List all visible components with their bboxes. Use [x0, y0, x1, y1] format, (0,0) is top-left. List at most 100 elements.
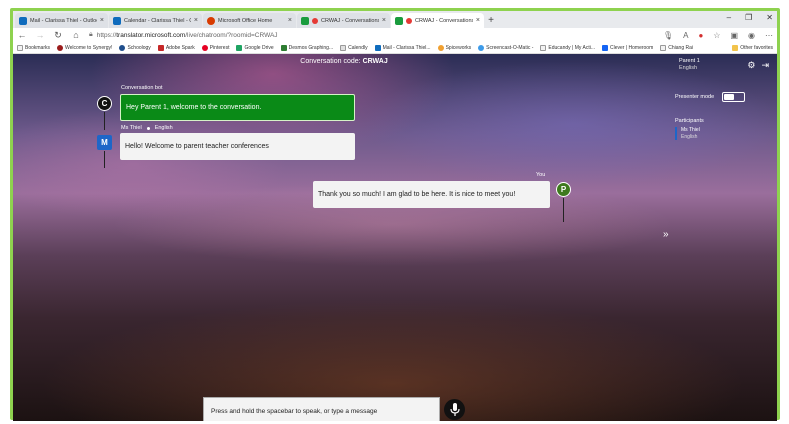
translator-icon	[395, 16, 403, 25]
tab-strip: Mail - Clarissa Thiel - Outlook × Calend…	[13, 11, 777, 28]
bookmark-item[interactable]: Desmos Graphing...	[280, 44, 333, 51]
participant-language: English	[681, 133, 698, 140]
new-tab-button[interactable]: +	[485, 13, 497, 28]
user-language: English	[679, 65, 698, 71]
tab-conversation-1[interactable]: CRWAJ - Conversations - Mi ×	[297, 13, 390, 28]
bookmark-item[interactable]: Adobe Spark	[157, 44, 195, 51]
home-icon[interactable]: ⌂	[71, 30, 81, 40]
tab-label: Calendar - Clarissa Thiel - Outlo	[124, 17, 191, 24]
bookmark-item[interactable]: Calendly	[340, 44, 368, 51]
bookmark-item[interactable]: Spiceworks	[437, 44, 471, 51]
mic-permission-icon[interactable]: 🎙︎	[663, 31, 673, 40]
bookmark-item[interactable]: Chiang Rai	[660, 44, 693, 51]
close-icon[interactable]: ×	[100, 17, 104, 24]
participant-name: Ms Thiel	[681, 127, 700, 133]
bookmark-item[interactable]: Schoology	[119, 44, 151, 51]
sender-name: Conversation bot	[121, 85, 163, 91]
sender-line: Ms Thiel English	[121, 125, 173, 131]
recording-icon	[312, 17, 318, 24]
bookmark-item[interactable]: Pinterest	[201, 44, 229, 51]
sidebar: Parent 1 English ⚙ ⇥ Presenter mode Part…	[675, 54, 777, 421]
back-icon[interactable]: ←	[17, 30, 27, 40]
bookmark-item[interactable]: Educandy | My Acti...	[540, 44, 595, 51]
message-bubble: Hello! Welcome to parent teacher confere…	[120, 133, 355, 160]
lock-icon: 🔒︎	[89, 31, 93, 38]
google-drive-icon	[236, 44, 243, 51]
outlook-icon	[19, 16, 27, 25]
conversation-code-value: CRWAJ	[362, 58, 388, 65]
office-icon	[207, 16, 215, 25]
forward-icon[interactable]: →	[35, 30, 45, 40]
presenter-mode: Presenter mode	[675, 92, 775, 102]
avatar: C	[97, 96, 112, 111]
window-controls: – ❐ ✕	[727, 13, 773, 22]
tab-mail[interactable]: Mail - Clarissa Thiel - Outlook ×	[15, 13, 108, 28]
chat-page: Conversation code: CRWAJ Conversation bo…	[13, 54, 777, 421]
profile-avatar-icon[interactable]: ◉	[748, 31, 755, 40]
sender-language: English	[154, 125, 173, 131]
current-user: Parent 1 English	[679, 58, 700, 72]
bookmark-item[interactable]: Mail - Clarissa Thiel...	[374, 44, 431, 51]
user-name: Parent 1	[679, 58, 700, 64]
calendar-icon	[113, 16, 121, 25]
sidebar-actions: ⚙ ⇥	[747, 60, 769, 71]
synergy-icon	[57, 44, 64, 51]
page-icon	[660, 44, 667, 51]
close-icon[interactable]: ×	[288, 17, 292, 24]
favorite-star-icon[interactable]: ☆	[713, 31, 720, 40]
bookmark-item[interactable]: Bookmarks	[17, 44, 50, 51]
recording-icon	[406, 17, 412, 24]
message-input[interactable]: Press and hold the spacebar to speak, or…	[203, 397, 440, 421]
browser-window: Mail - Clarissa Thiel - Outlook × Calend…	[13, 11, 777, 421]
bookmark-item[interactable]: Screencast-O-Matic -	[478, 44, 533, 51]
avatar-stem	[104, 151, 105, 168]
toolbar-icons: 🎙︎ A ● ☆ ▣ ◉ ⋯	[663, 31, 773, 40]
avatar: M	[97, 135, 112, 150]
translator-icon	[301, 16, 309, 25]
tab-conversation-2[interactable]: CRWAJ - Conversations - Mi ×	[391, 13, 484, 28]
settings-gear-icon[interactable]: ⚙	[747, 60, 755, 71]
tab-label: CRWAJ - Conversations - Mi	[321, 17, 379, 24]
tab-calendar[interactable]: Calendar - Clarissa Thiel - Outlo ×	[109, 13, 202, 28]
other-favorites[interactable]: Other favorites	[732, 44, 773, 51]
tab-label: Microsoft Office Home	[218, 17, 273, 24]
conversation-code: Conversation code: CRWAJ	[300, 58, 388, 65]
bookmark-item[interactable]: Clever | Homeroom	[602, 44, 653, 51]
adobe-spark-icon	[157, 44, 164, 51]
spiceworks-icon	[437, 44, 444, 51]
more-menu-icon[interactable]: ⋯	[765, 31, 773, 40]
message-bubble: Thank you so much! I am glad to be here.…	[313, 181, 550, 208]
separator-dot	[146, 126, 150, 130]
sender-name: Ms Thiel	[121, 125, 142, 131]
page-icon	[540, 44, 547, 51]
calendly-icon	[340, 44, 347, 51]
maximize-button[interactable]: ❐	[745, 13, 752, 22]
tab-label: Mail - Clarissa Thiel - Outlook	[30, 17, 97, 24]
bookmark-item[interactable]: Welcome to Synergy!	[57, 44, 112, 51]
close-icon[interactable]: ×	[382, 17, 386, 24]
leave-conversation-icon[interactable]: ⇥	[761, 60, 769, 71]
presenter-mode-toggle[interactable]	[722, 92, 746, 102]
minimize-button[interactable]: –	[727, 13, 731, 22]
close-window-button[interactable]: ✕	[766, 13, 773, 22]
tab-label: CRWAJ - Conversations - Mi	[415, 17, 473, 24]
avatar-stem	[104, 112, 105, 130]
folder-icon	[732, 44, 739, 51]
close-icon[interactable]: ×	[476, 17, 480, 24]
participant-item[interactable]: Ms Thiel English	[675, 127, 700, 140]
screencast-icon	[478, 44, 485, 51]
extension-icon[interactable]: ●	[698, 31, 703, 40]
expand-chevrons-icon[interactable]: »	[663, 229, 669, 240]
screenshot-frame: Mail - Clarissa Thiel - Outlook × Calend…	[0, 0, 789, 424]
read-aloud-icon[interactable]: A	[683, 31, 688, 40]
microphone-icon	[449, 403, 460, 416]
collections-icon[interactable]: ▣	[730, 31, 738, 40]
address-bar[interactable]: 🔒︎ https://translator.microsoft.com/live…	[89, 31, 655, 39]
refresh-icon[interactable]: ↻	[53, 30, 63, 41]
close-icon[interactable]: ×	[194, 17, 198, 24]
bookmark-item[interactable]: Google Drive	[236, 44, 274, 51]
avatar-stem	[563, 198, 564, 222]
tab-office-home[interactable]: Microsoft Office Home ×	[203, 13, 296, 28]
microphone-button[interactable]	[444, 399, 465, 420]
clever-icon	[602, 44, 608, 51]
